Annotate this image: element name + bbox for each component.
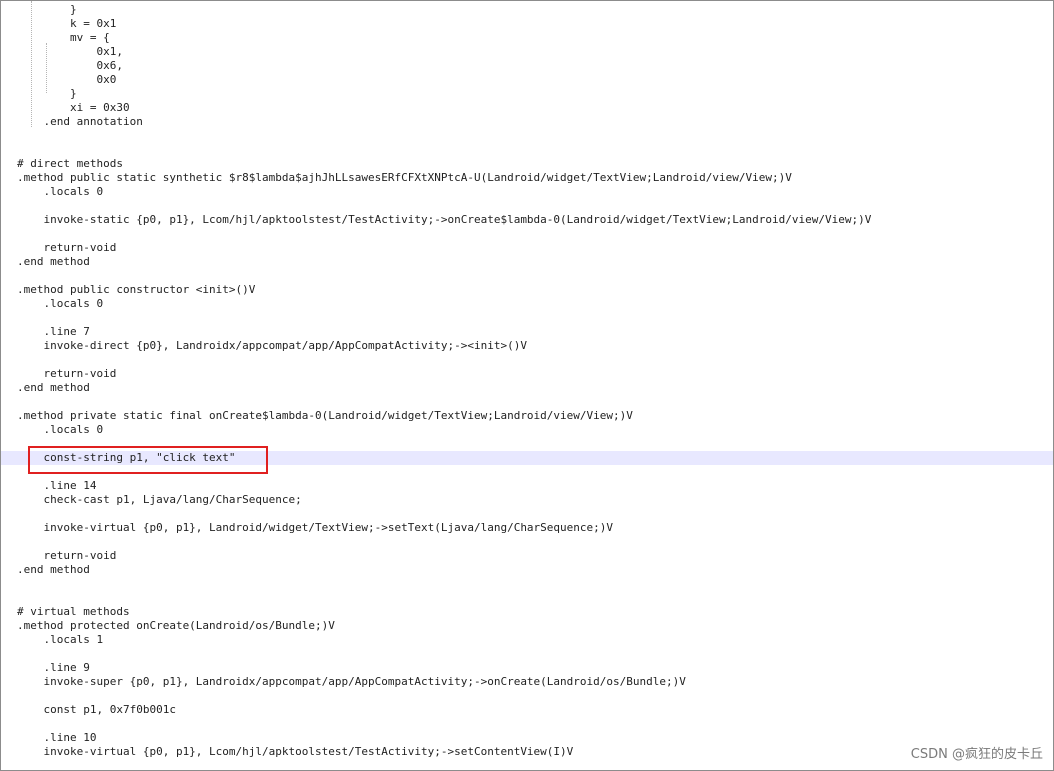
code-line: .end method	[17, 255, 90, 268]
code-line: .method protected onCreate(Landroid/os/B…	[17, 619, 335, 632]
indent-guide	[31, 1, 32, 127]
highlight-annotation-box	[28, 446, 268, 474]
code-line: .method private static final onCreate$la…	[17, 409, 633, 422]
code-line: .method public static synthetic $r8$lamb…	[17, 171, 792, 184]
watermark: CSDN @疯狂的皮卡丘	[910, 747, 1043, 762]
code-line: }	[17, 3, 77, 16]
code-line: 0x0	[17, 73, 117, 86]
code-line: 0x1,	[17, 45, 123, 58]
code-line: k = 0x1	[17, 17, 117, 30]
code-line: .locals 0	[17, 423, 104, 436]
code-line: xi = 0x30	[17, 101, 130, 114]
code-line: invoke-direct {p0}, Landroidx/appcompat/…	[17, 339, 527, 352]
code-line: 0x6,	[17, 59, 123, 72]
code-line: # virtual methods	[17, 605, 130, 618]
code-line: .line 9	[17, 661, 90, 674]
code-line: .end annotation	[17, 115, 143, 128]
code-line: .locals 0	[17, 297, 104, 310]
code-line: invoke-virtual {p0, p1}, Landroid/widget…	[17, 521, 614, 534]
code-line: .line 7	[17, 325, 90, 338]
code-line: return-void	[17, 241, 117, 254]
code-line: check-cast p1, Ljava/lang/CharSequence;	[17, 493, 302, 506]
code-line: return-void	[17, 367, 117, 380]
code-line: invoke-virtual {p0, p1}, Lcom/hjl/apktoo…	[17, 745, 574, 758]
indent-guide	[46, 43, 47, 93]
code-line: # direct methods	[17, 157, 123, 170]
code-line: invoke-static {p0, p1}, Lcom/hjl/apktool…	[17, 213, 872, 226]
code-line: return-void	[17, 549, 117, 562]
code-line: .method public constructor <init>()V	[17, 283, 256, 296]
code-line: .end method	[17, 563, 90, 576]
code-line: .locals 1	[17, 633, 104, 646]
code-line: }	[17, 87, 77, 100]
code-line: mv = {	[17, 31, 110, 44]
code-line: .locals 0	[17, 185, 104, 198]
code-line: const p1, 0x7f0b001c	[17, 703, 176, 716]
code-line: .end method	[17, 381, 90, 394]
code-viewer: } k = 0x1 mv = { 0x1, 0x6, 0x0 } xi = 0x…	[0, 0, 1054, 771]
code-line: .line 14	[17, 479, 97, 492]
code-line: .line 10	[17, 731, 97, 744]
code-line: invoke-super {p0, p1}, Landroidx/appcomp…	[17, 675, 686, 688]
